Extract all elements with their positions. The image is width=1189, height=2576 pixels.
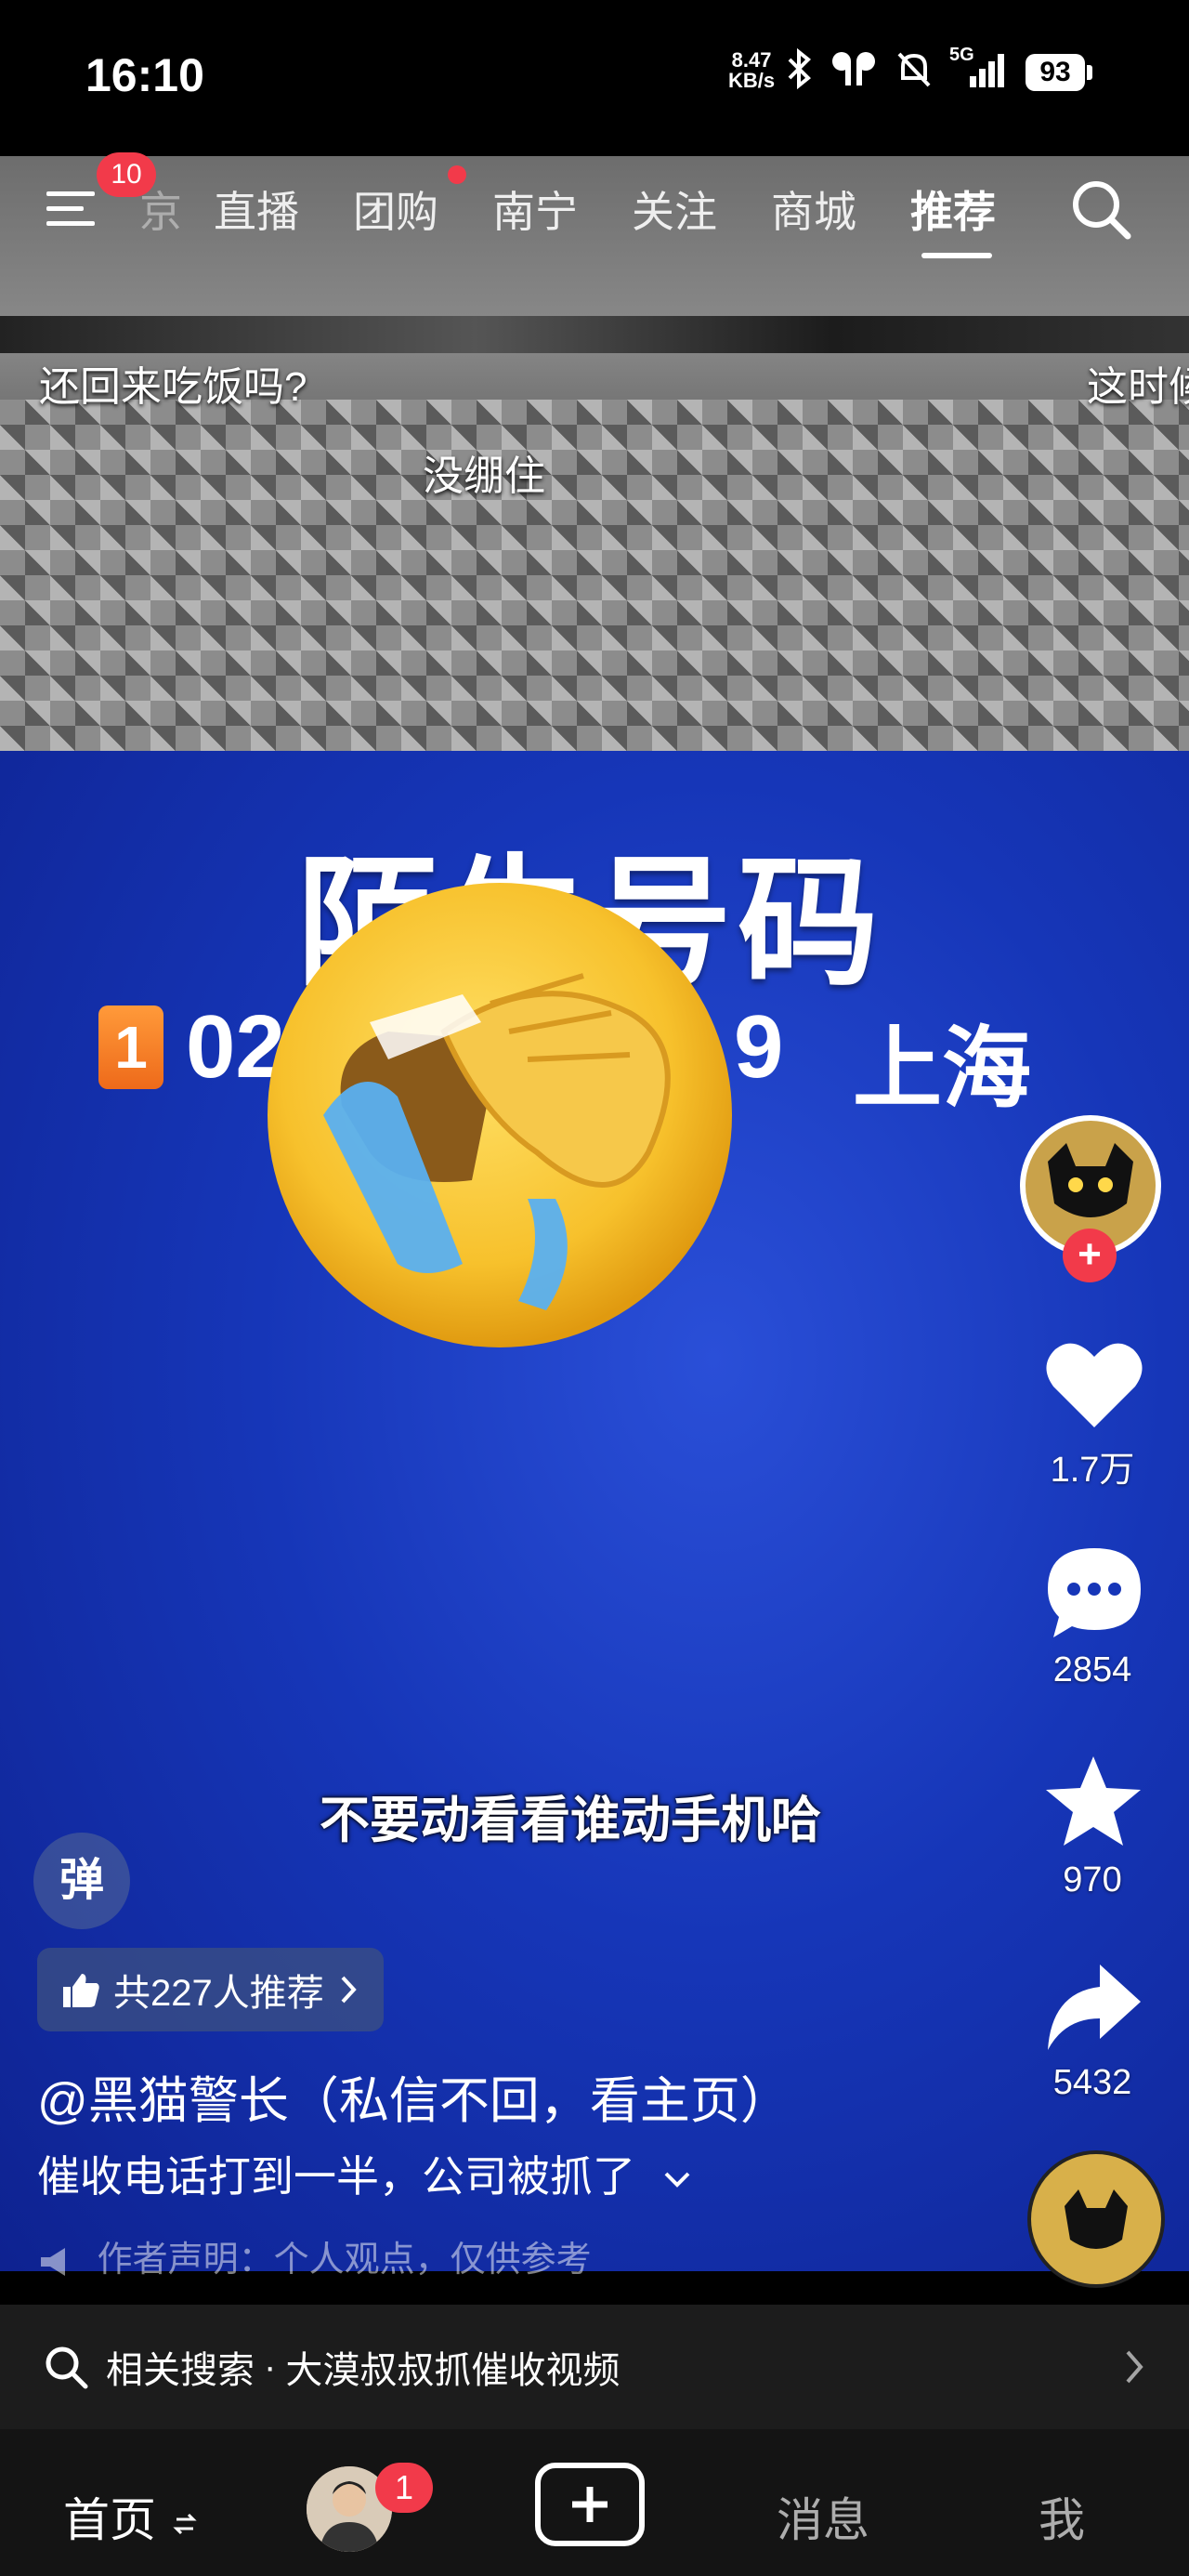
tab-following[interactable]: 关注 bbox=[632, 178, 717, 240]
network-speed-value: 8.47 bbox=[731, 48, 772, 72]
danmu-toggle[interactable]: 弹 bbox=[33, 1833, 130, 1929]
battery-indicator: 93 bbox=[1026, 54, 1085, 91]
author-notice-text: 作者声明：个人观点，仅供参考 bbox=[97, 2241, 592, 2280]
video-description-text: 催收电话打到一半，公司被抓了 bbox=[37, 2152, 635, 2201]
related-search-separator: · bbox=[264, 2346, 277, 2387]
related-search-query: 大漠叔叔抓催收视频 bbox=[285, 2350, 621, 2391]
tab-home-label: 首页 bbox=[63, 2494, 156, 2546]
search-icon bbox=[46, 2346, 88, 2389]
tab-mall[interactable]: 商城 bbox=[771, 178, 856, 240]
friends-badge: 1 bbox=[375, 2463, 433, 2513]
battery-tip bbox=[1087, 65, 1092, 80]
plus-icon bbox=[572, 2487, 608, 2522]
tab-beijing[interactable]: 京 bbox=[139, 178, 182, 240]
tab-live[interactable]: 直播 bbox=[214, 178, 299, 240]
face-palm-emoji bbox=[268, 883, 732, 1347]
pixelated-region bbox=[0, 400, 1189, 751]
tab-home[interactable]: 首页 bbox=[63, 2483, 197, 2550]
tab-nanning[interactable]: 南宁 bbox=[492, 178, 578, 240]
related-search-bar[interactable]: 相关搜索 · 大漠叔叔抓催收视频 bbox=[0, 2305, 1189, 2429]
signal-icon: 5G bbox=[949, 45, 1009, 89]
caption-mid: 没绷住 bbox=[423, 453, 545, 499]
caption-top-right: 这时候 bbox=[1087, 364, 1189, 410]
chevron-right-icon bbox=[1126, 2350, 1143, 2384]
phone-location: 上海 bbox=[853, 1019, 1031, 1119]
earbuds-icon bbox=[832, 52, 875, 85]
tab-recommended[interactable]: 推荐 bbox=[910, 178, 996, 240]
chevron-right-icon bbox=[341, 1976, 357, 2004]
comment-icon[interactable] bbox=[1044, 1544, 1144, 1641]
like-count: 1.7万 bbox=[1050, 1451, 1135, 1490]
bluetooth-icon bbox=[788, 48, 811, 89]
author-name[interactable]: @黑猫警长（私信不回，看主页） bbox=[37, 2059, 790, 2133]
status-time: 16:10 bbox=[85, 49, 204, 101]
phone-number-suffix: 9 bbox=[734, 997, 784, 1097]
active-tab-underline bbox=[921, 253, 992, 258]
chevron-down-icon[interactable] bbox=[660, 2166, 694, 2194]
tab-messages[interactable]: 消息 bbox=[777, 2483, 869, 2550]
recommend-pill[interactable]: 共227人推荐 bbox=[37, 1948, 384, 2031]
status-icons: 5G bbox=[786, 45, 1009, 89]
star-icon[interactable] bbox=[1042, 1753, 1144, 1851]
video-subtitle: 不要动看看谁动手机哈 bbox=[320, 1793, 821, 1848]
caption-top-left: 还回来吃饭吗? bbox=[39, 364, 307, 410]
music-disc-icon[interactable] bbox=[1027, 2150, 1165, 2288]
tab-group-buy-dot bbox=[448, 165, 466, 184]
network-speed: 8.47 KB/s bbox=[728, 50, 775, 91]
mute-icon bbox=[897, 52, 931, 87]
share-count: 5432 bbox=[1052, 2063, 1132, 2102]
related-search-prefix: 相关搜索 bbox=[106, 2350, 255, 2391]
swap-icon bbox=[173, 2513, 197, 2534]
heart-icon[interactable] bbox=[1044, 1338, 1144, 1431]
number-index-badge: 1 bbox=[98, 1005, 163, 1089]
menu-icon[interactable] bbox=[45, 182, 97, 234]
thumbs-up-icon bbox=[63, 1974, 99, 2007]
tab-me[interactable]: 我 bbox=[1039, 2483, 1085, 2550]
comment-count: 2854 bbox=[1052, 1650, 1132, 1689]
search-icon[interactable] bbox=[1068, 177, 1133, 242]
favorite-count: 970 bbox=[1063, 1860, 1122, 1899]
network-speed-unit: KB/s bbox=[728, 69, 776, 92]
author-notice: 作者声明：个人观点，仅供参考 bbox=[37, 2230, 592, 2281]
megaphone-icon bbox=[41, 2247, 65, 2276]
recommend-text: 共227人推荐 bbox=[113, 1973, 324, 2014]
video-dark-band bbox=[0, 316, 1189, 353]
share-icon[interactable] bbox=[1042, 1961, 1144, 2054]
video-description[interactable]: 催收电话打到一半，公司被抓了 bbox=[37, 2143, 694, 2204]
follow-button[interactable]: + bbox=[1063, 1229, 1117, 1282]
tab-group-buy[interactable]: 团购 bbox=[353, 178, 438, 240]
create-button[interactable] bbox=[535, 2463, 645, 2546]
